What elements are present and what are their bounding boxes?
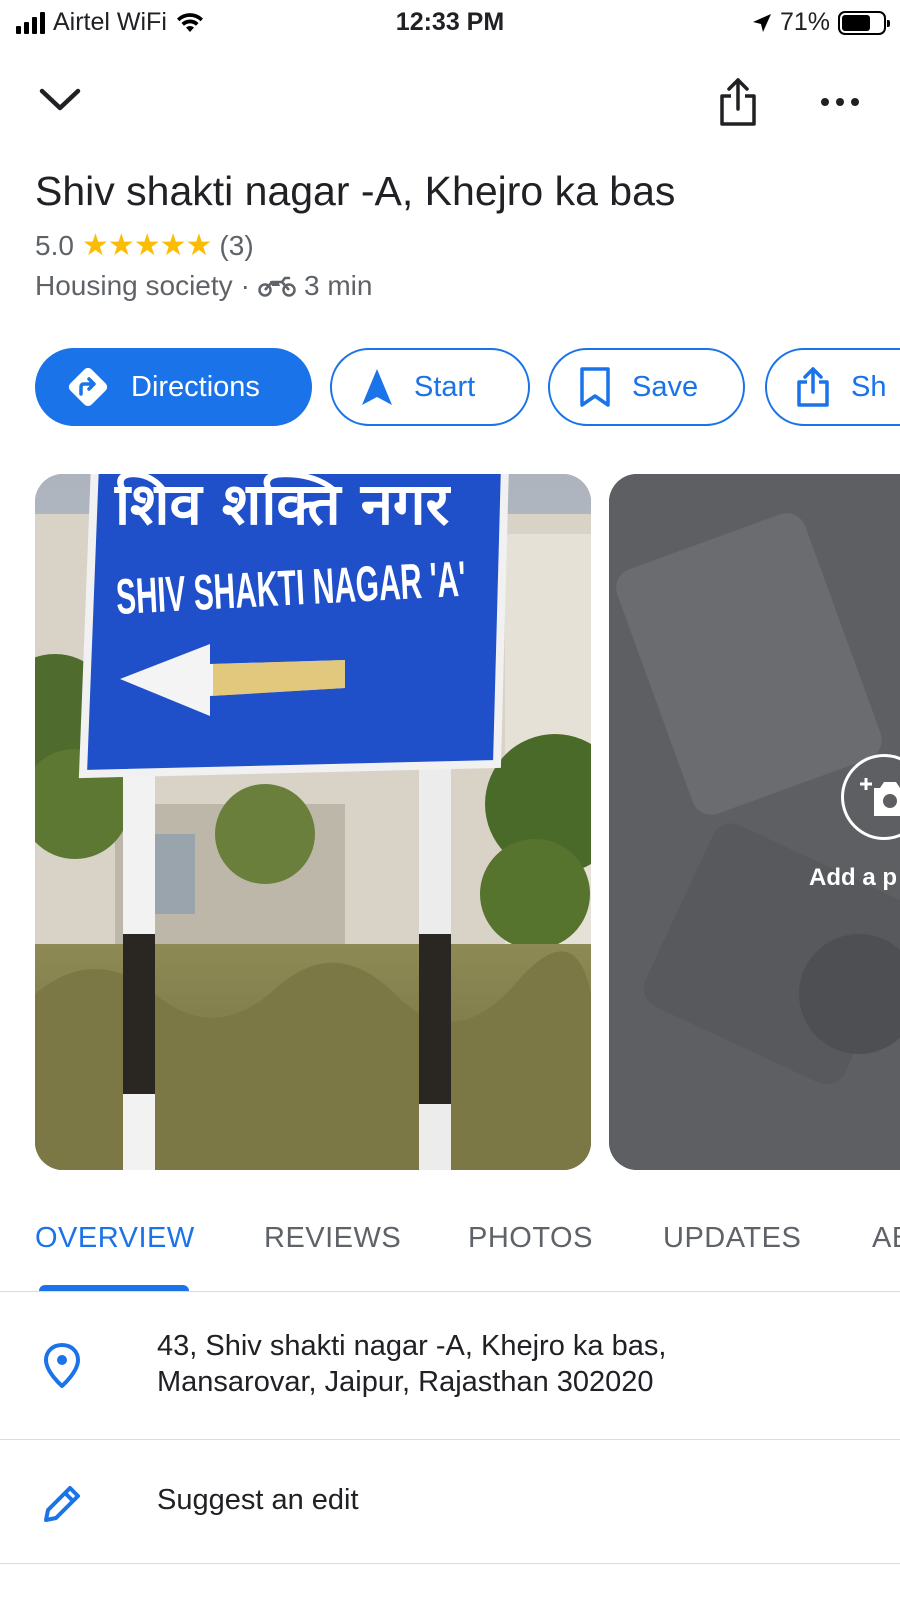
chevron-down-icon (39, 88, 81, 111)
share-button[interactable] (708, 72, 768, 132)
meta-row: Housing society · 3 min (35, 270, 372, 302)
add-photo-icon (860, 778, 900, 816)
place-photo[interactable]: शिव शक्ति नगर SHIV SHAKTI NAGAR 'A' (35, 474, 591, 1170)
suggest-edit-row[interactable]: Suggest an edit (0, 1440, 900, 1564)
address-row[interactable]: 43, Shiv shakti nagar -A, Khejro ka bas,… (0, 1292, 900, 1440)
location-arrow-icon (752, 13, 771, 32)
battery-level (842, 14, 871, 31)
save-button[interactable]: Save (548, 348, 745, 426)
directions-icon (65, 364, 111, 410)
place-category: Housing society (35, 270, 233, 301)
suggest-edit-label: Suggest an edit (157, 1484, 359, 1516)
battery-icon (838, 10, 890, 35)
review-count: (3) (219, 229, 254, 261)
navigation-arrow-icon (360, 367, 394, 407)
collapse-button[interactable] (32, 72, 88, 128)
start-label: Start (414, 370, 476, 403)
tab-reviews[interactable]: REVIEWS (264, 1222, 401, 1255)
tab-updates[interactable]: UPDATES (663, 1222, 801, 1255)
directions-label: Directions (131, 370, 260, 403)
share-icon (720, 78, 756, 126)
tab-photos[interactable]: PHOTOS (468, 1222, 593, 1255)
edit-pencil-icon (40, 1482, 84, 1531)
bookmark-icon (578, 366, 612, 408)
share-label: Sh (851, 370, 887, 403)
location-pin-icon (40, 1342, 84, 1393)
battery-percent: 71% (779, 8, 830, 36)
more-button[interactable] (812, 76, 868, 128)
top-nav (0, 64, 900, 140)
share-icon (795, 366, 831, 408)
save-label: Save (632, 370, 699, 403)
meta-separator: · (240, 270, 250, 301)
status-right: 71% (752, 8, 890, 37)
place-title: Shiv shakti nagar -A, Khejro ka bas (35, 168, 676, 214)
rating-value: 5.0 (35, 229, 74, 261)
street-sign-photo: शिव शक्ति नगर SHIV SHAKTI NAGAR 'A' (35, 474, 591, 1170)
directions-button[interactable]: Directions (35, 348, 312, 426)
tab-about[interactable]: AB (872, 1222, 900, 1255)
add-photo-label: Add a p (809, 864, 897, 891)
travel-time: 3 min (303, 270, 373, 301)
more-horizontal-icon (821, 98, 859, 106)
star-rating: ★★★★★ (81, 229, 212, 262)
address-line-2: Mansarovar, Jaipur, Rajasthan 302020 (157, 1366, 654, 1398)
sign-hindi-text: शिव शक्ति नगर (114, 474, 452, 538)
tab-overview[interactable]: OVERVIEW (35, 1222, 195, 1255)
add-photo-card[interactable]: Add a p (609, 474, 900, 1170)
address-text: 43, Shiv shakti nagar -A, Khejro ka bas,… (157, 1328, 666, 1400)
rating-row[interactable]: 5.0 ★★★★★ (3) (35, 228, 254, 263)
action-chips: Directions Start Save Sh (35, 348, 900, 426)
share-chip-button[interactable]: Sh (765, 348, 900, 426)
status-bar: Airtel WiFi 12:33 PM 71% (0, 0, 900, 46)
place-tabs: OVERVIEW REVIEWS PHOTOS UPDATES AB (0, 1210, 900, 1292)
start-button[interactable]: Start (330, 348, 530, 426)
address-line-1: 43, Shiv shakti nagar -A, Khejro ka bas, (157, 1330, 667, 1362)
motorcycle-icon (258, 276, 296, 297)
active-tab-indicator (39, 1285, 189, 1291)
